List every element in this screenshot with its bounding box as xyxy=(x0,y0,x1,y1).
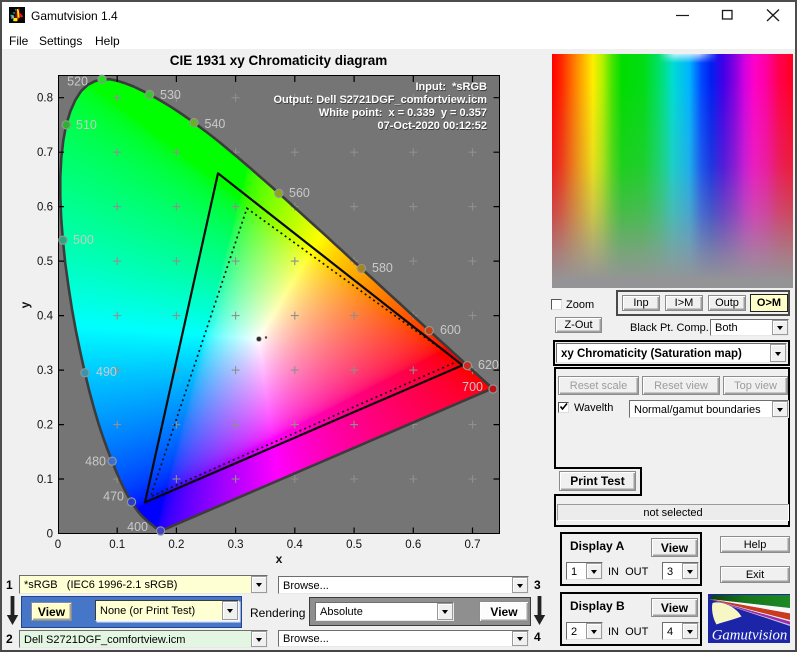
svg-text:0: 0 xyxy=(47,529,53,541)
svg-text:0.6: 0.6 xyxy=(37,202,53,214)
svg-text:0: 0 xyxy=(55,539,61,551)
svg-text:0.2: 0.2 xyxy=(168,539,184,551)
svg-text:0.7: 0.7 xyxy=(37,147,53,159)
svg-text:0.6: 0.6 xyxy=(405,539,421,551)
svg-text:y: y xyxy=(18,301,32,308)
svg-text:0.7: 0.7 xyxy=(465,539,481,551)
svg-text:0.1: 0.1 xyxy=(37,474,53,486)
svg-text:Gamutvision: Gamutvision xyxy=(712,628,788,644)
svg-text:0.5: 0.5 xyxy=(37,256,53,268)
svg-text:0.4: 0.4 xyxy=(37,311,54,323)
svg-text:0.1: 0.1 xyxy=(109,539,125,551)
svg-text:0.4: 0.4 xyxy=(287,539,304,551)
svg-text:0.3: 0.3 xyxy=(37,365,53,377)
svg-text:0.3: 0.3 xyxy=(228,539,244,551)
svg-text:0.8: 0.8 xyxy=(37,93,53,105)
svg-text:x: x xyxy=(276,552,283,566)
svg-text:0.5: 0.5 xyxy=(346,539,362,551)
svg-text:0.2: 0.2 xyxy=(37,420,53,432)
